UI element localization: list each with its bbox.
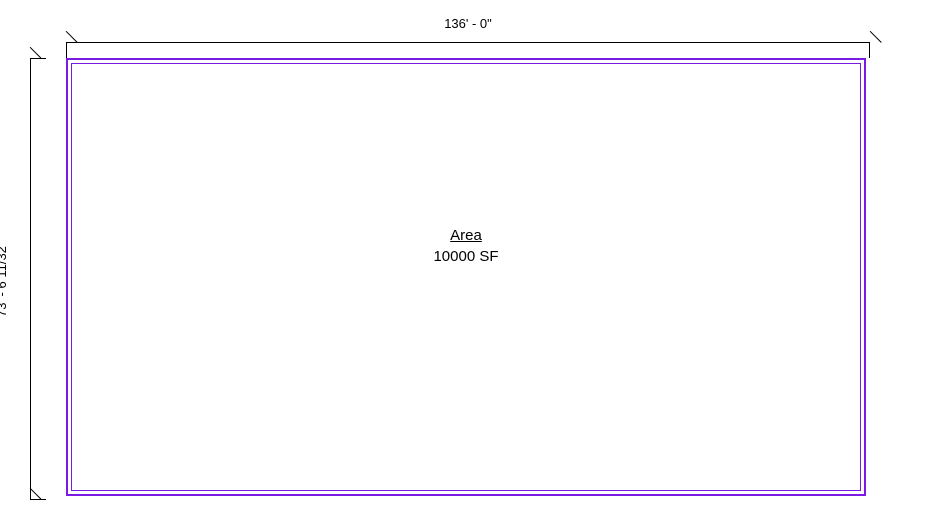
dimension-width-extent-left bbox=[66, 42, 67, 58]
dimension-height-line bbox=[30, 58, 31, 500]
dimension-height: 73' - 6 11/32" bbox=[16, 58, 46, 500]
dimension-width-extent-right bbox=[869, 42, 870, 58]
dimension-width: 136' - 0" bbox=[66, 28, 870, 58]
dimension-width-tick-right bbox=[858, 31, 881, 54]
dimension-height-label: 73' - 6 11/32" bbox=[0, 58, 9, 500]
dimension-height-extent-bottom bbox=[30, 499, 46, 500]
dimension-width-label: 136' - 0" bbox=[66, 16, 870, 31]
dimension-height-extent-top bbox=[30, 58, 46, 59]
dimension-width-line bbox=[66, 42, 870, 43]
plan-outline-inner bbox=[71, 63, 861, 491]
